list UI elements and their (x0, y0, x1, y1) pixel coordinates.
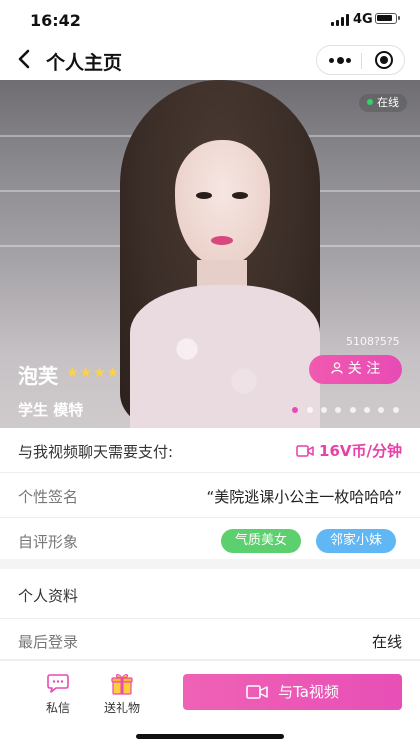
signature-row: 个性签名 “美院逃课小公主一枚哈哈哈” (0, 473, 420, 518)
message-label: 私信 (45, 701, 70, 715)
more-icon[interactable] (329, 55, 351, 65)
mini-program-capsule (316, 45, 405, 75)
personal-info-header: 个人资料 (0, 569, 420, 619)
self-image-label: 自评形象 (18, 533, 79, 551)
online-badge: 在线 (359, 94, 407, 112)
last-login-row: 最后登录 在线 (0, 619, 420, 660)
follow-button[interactable]: 关 注 (309, 355, 402, 384)
user-id: 5108?5?5 (346, 335, 400, 348)
status-bar: 16:42 4G (0, 0, 420, 40)
user-name: 泡芙 (18, 364, 58, 388)
section-divider (0, 559, 420, 569)
profile-photo-carousel[interactable]: 在线 5108?5?5 泡芙 ★★★★ 关 注 学生 模特 (0, 80, 420, 428)
video-call-button[interactable]: 与Ta视频 (183, 674, 402, 710)
back-arrow-icon[interactable] (14, 48, 36, 70)
send-gift-label: 送礼物 (103, 701, 140, 715)
last-login-label: 最后登录 (18, 633, 79, 651)
chat-bubble-icon (47, 674, 69, 693)
status-time: 16:42 (30, 11, 81, 30)
image-tag-girl-next-door: 邻家小妹 (316, 529, 397, 553)
self-image-row: 自评形象 气质美女 邻家小妹 (0, 518, 420, 563)
nav-bar: 个人主页 (0, 40, 420, 80)
send-gift-button[interactable]: 送礼物 (98, 673, 146, 716)
video-price-row: 与我视频聊天需要支付: 16V币/分钟 (0, 428, 420, 473)
signature-label: 个性签名 (18, 488, 79, 506)
signature-value: “美院逃课小公主一枚哈哈哈” (206, 488, 402, 506)
signal-icon (331, 14, 349, 26)
user-tags: 学生 模特 (18, 401, 84, 419)
network-type: 4G (353, 12, 373, 27)
video-camera-icon (246, 685, 268, 699)
video-price-label: 与我视频聊天需要支付: (18, 443, 174, 461)
close-miniprogram-icon[interactable] (375, 51, 393, 69)
online-dot-icon (367, 99, 373, 105)
page-title: 个人主页 (46, 52, 123, 74)
video-price-value: 16V币/分钟 (296, 440, 402, 461)
home-indicator (136, 734, 284, 739)
rating-stars: ★★★★ (66, 365, 121, 381)
person-icon (331, 362, 343, 374)
image-tag-elegant: 气质美女 (221, 529, 302, 553)
last-login-value: 在线 (371, 633, 402, 651)
battery-icon (375, 13, 400, 24)
gift-icon (111, 673, 133, 695)
message-button[interactable]: 私信 (40, 673, 76, 716)
video-camera-icon (296, 445, 314, 457)
personal-info-title: 个人资料 (18, 587, 79, 605)
